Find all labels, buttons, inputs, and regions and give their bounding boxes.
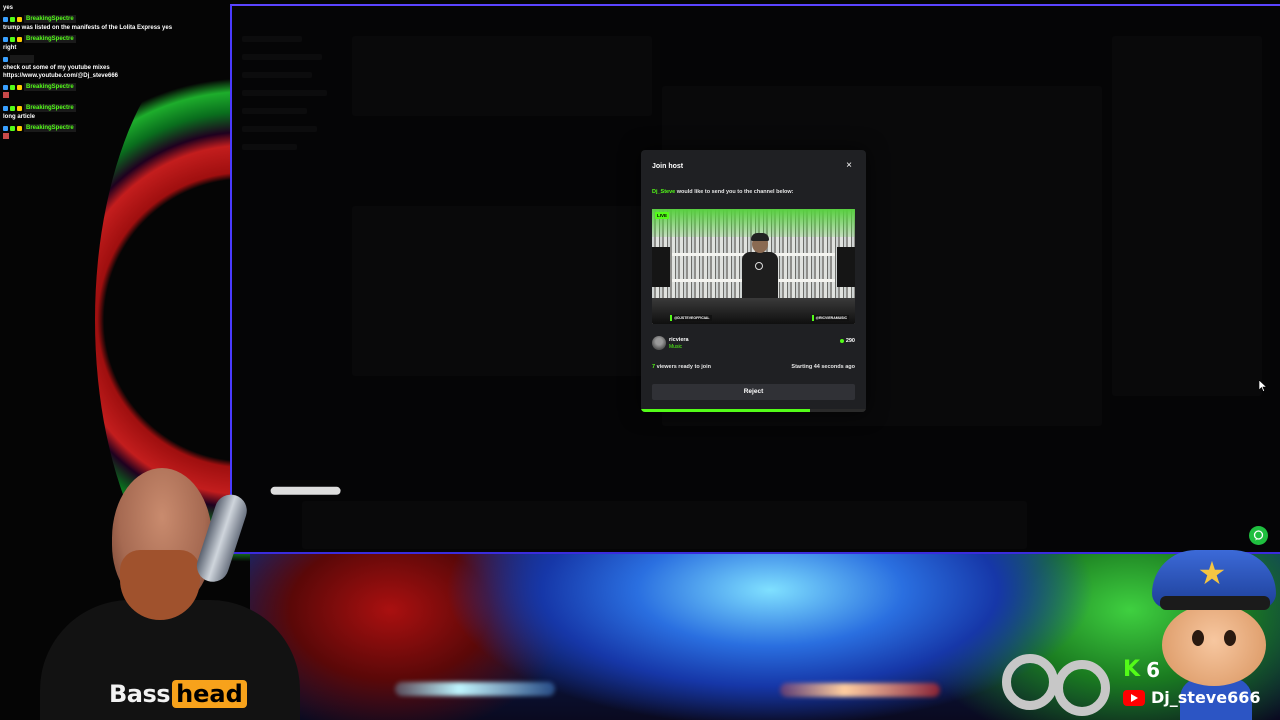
chat-message-text: yes (3, 5, 14, 11)
badge-icon (10, 125, 15, 131)
badge-icon (10, 16, 15, 22)
chat-message-text: long article (3, 114, 36, 120)
reject-button[interactable]: Reject (652, 384, 855, 400)
chat-bubble-icon (1253, 530, 1264, 541)
channel-category[interactable]: Music (669, 344, 682, 350)
close-icon[interactable]: × (844, 161, 854, 171)
badge-icon (17, 36, 22, 42)
badge-icon (3, 125, 8, 131)
basshead-logo: Bass head (109, 678, 247, 710)
chat-overlay: yes BreakingSpectre trump was listed on … (0, 0, 228, 148)
starting-time-text: Starting 44 seconds ago (791, 364, 855, 370)
chat-username-hidden[interactable] (10, 55, 34, 63)
siren-light-red (780, 683, 940, 697)
siren-light-blue (395, 682, 555, 696)
kick-follower-count: K 6 (1123, 657, 1160, 682)
live-badge: LIVE (655, 212, 670, 219)
badge-icon (10, 105, 15, 111)
chat-message: BreakingSpectre (3, 83, 225, 101)
badge-icon (3, 84, 8, 90)
chat-username[interactable]: BreakingSpectre (24, 124, 76, 132)
chat-message-text: trump was listed on the manifests of the… (3, 25, 173, 31)
chat-message: yes (3, 4, 225, 12)
badge-icon (10, 36, 15, 42)
chat-username[interactable]: BreakingSpectre (24, 15, 76, 23)
mouse-cursor-icon (1259, 380, 1267, 392)
chat-message: check out some of my youtube mixes https… (3, 55, 225, 80)
countdown-progress (641, 409, 866, 412)
preview-dj-figure (738, 233, 782, 305)
emote-icon (3, 92, 9, 98)
badge-icon (17, 125, 22, 131)
join-host-dialog: Join host × Dj_Steve would like to send … (641, 150, 866, 412)
youtube-channel-tag: Dj_steve666 (1123, 688, 1260, 707)
speaker-right (837, 247, 855, 287)
chat-username[interactable]: BreakingSpectre (24, 35, 76, 43)
channel-preview[interactable]: @DJSTEVEOFFICIAL @RICVIERAMUSIC LIVE (652, 209, 855, 324)
youtube-icon (1123, 689, 1145, 706)
dialog-title: Join host (652, 163, 684, 170)
badge-icon (3, 16, 8, 22)
host-name[interactable]: Dj_Steve (652, 189, 675, 195)
countdown-progress-fill (641, 409, 810, 412)
chat-message: BreakingSpectre right (3, 35, 225, 52)
chat-message-text: check out some of my youtube mixes https… (3, 65, 118, 79)
badge-icon (17, 84, 22, 90)
speaker-left (652, 247, 670, 287)
channel-name[interactable]: ricviera (669, 337, 689, 343)
badge-icon (10, 84, 15, 90)
chat-username[interactable]: BreakingSpectre (24, 104, 76, 112)
handcuffs-icon (998, 630, 1118, 720)
emote-icon (3, 133, 9, 139)
viewers-ready-text: 7 viewers ready to join (652, 364, 711, 370)
kick-logo-icon: K (1123, 657, 1141, 682)
badge-icon (3, 36, 8, 42)
badge-icon (17, 16, 22, 22)
badge-icon (3, 56, 8, 62)
chat-message: BreakingSpectre (3, 124, 225, 142)
preview-lower-third: @DJSTEVEOFFICIAL (670, 315, 712, 321)
preview-lower-third: @RICVIERAMUSIC (811, 315, 849, 321)
chat-message-text: right (3, 45, 17, 51)
star-badge-icon: ★ (1197, 555, 1227, 591)
chat-message: BreakingSpectre trump was listed on the … (3, 15, 225, 32)
channel-info: ricviera Music 290 (652, 336, 855, 352)
badge-icon (3, 105, 8, 111)
dialog-message: Dj_Steve would like to send you to the c… (652, 189, 794, 195)
webcam-feed (0, 430, 341, 720)
live-dot-icon (839, 339, 844, 343)
chat-username[interactable]: BreakingSpectre (24, 83, 76, 91)
chat-message: BreakingSpectre long article (3, 104, 225, 121)
badge-icon (17, 105, 22, 111)
viewer-count: 290 (839, 338, 855, 344)
avatar[interactable] (652, 336, 666, 350)
support-chat-button[interactable] (1249, 526, 1268, 545)
